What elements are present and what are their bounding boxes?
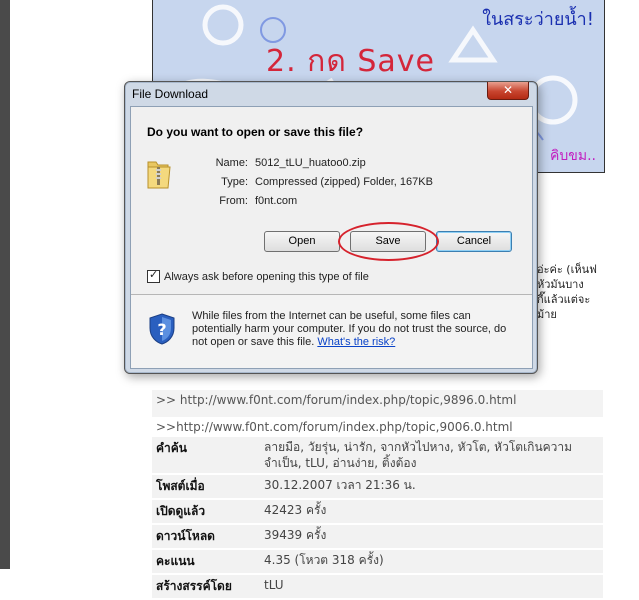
info-row: คะแนน 4.35 (โหวต 318 ครั้ง) <box>152 550 603 573</box>
article-line: ม้าย <box>537 308 557 321</box>
file-type-value: Compressed (zipped) Folder, 167KB <box>255 176 433 188</box>
info-label: ดาวน์โหลด <box>156 529 215 543</box>
left-edge-strip <box>0 0 10 569</box>
always-ask-checkbox[interactable]: ✓ <box>147 269 160 283</box>
info-label: คำค้น <box>156 441 187 455</box>
file-name-row: Name: 5012_tLU_huatoo0.zip <box>171 157 433 176</box>
info-label: เปิดดูแล้ว <box>156 504 206 518</box>
file-download-dialog: File Download ✕ Do you want to open or s… <box>124 81 538 374</box>
file-from-label: From: <box>219 195 248 207</box>
info-value: ลายมือ, วัยรุ่น, น่ารัก, จากหัวไปหาง, หั… <box>264 440 573 470</box>
warning-text-block: While files from the Internet can be use… <box>192 310 522 349</box>
info-value: 4.35 (โหวต 318 ครั้ง) <box>264 553 384 567</box>
dialog-body: Do you want to open or save this file? N… <box>130 106 533 369</box>
dialog-question: Do you want to open or save this file? <box>147 125 364 139</box>
article-line: กี๊แล้วแต่จะ <box>537 293 591 306</box>
dialog-titlebar[interactable]: File Download ✕ <box>125 82 537 106</box>
info-row: คำค้น ลายมือ, วัยรุ่น, น่ารัก, จากหัวไปห… <box>152 437 603 473</box>
banner-caption: 2. กด Save <box>266 44 435 79</box>
background-article-text: อ่ะค่ะ (เห็นฟ หัวมันบาง กี๊แล้วแต่จะ ม้า… <box>537 262 607 322</box>
always-ask-row: ✓ Always ask before opening this type of… <box>147 269 369 283</box>
cancel-button[interactable]: Cancel <box>436 231 512 252</box>
banner-text-bottom-right: คิบขม.. <box>550 148 596 164</box>
security-warning: ? While files from the Internet can be u… <box>131 295 532 368</box>
file-type-label: Type: <box>221 176 248 188</box>
file-type-row: Type: Compressed (zipped) Folder, 167KB <box>171 176 433 195</box>
file-from-value: f0nt.com <box>255 195 298 207</box>
article-line: อ่ะค่ะ (เห็นฟ <box>537 263 597 276</box>
info-row: ดาวน์โหลด 39439 ครั้ง <box>152 525 603 548</box>
info-row: โพสต์เมื่อ 30.12.2007 เวลา 21:36 น. <box>152 475 603 498</box>
close-icon: ✕ <box>502 83 514 97</box>
file-details: Name: 5012_tLU_huatoo0.zip Type: Compres… <box>171 157 433 214</box>
info-value: 30.12.2007 เวลา 21:36 น. <box>264 478 416 492</box>
always-ask-label: Always ask before opening this type of f… <box>164 270 369 283</box>
font-info-table: คำค้น ลายมือ, วัยรุ่น, น่ารัก, จากหัวไปห… <box>152 437 603 600</box>
save-highlight-circle <box>338 222 439 261</box>
file-name-value: 5012_tLU_huatoo0.zip <box>255 157 366 169</box>
info-row: เปิดดูแล้ว 42423 ครั้ง <box>152 500 603 523</box>
info-value[interactable]: tLU <box>260 575 603 598</box>
info-value: 39439 ครั้ง <box>264 528 327 542</box>
close-button[interactable]: ✕ <box>487 82 529 100</box>
info-value: 42423 ครั้ง <box>264 503 327 517</box>
topic-links: >> http://www.f0nt.com/forum/index.php/t… <box>152 390 603 444</box>
checkmark-icon: ✓ <box>149 269 159 281</box>
info-label: คะแนน <box>156 554 195 568</box>
banner-text-top-right: ในสระว่ายน้ำ! <box>482 9 594 30</box>
info-label: สร้างสรรค์โดย <box>156 579 232 593</box>
article-line: หัวมันบาง <box>537 278 584 291</box>
dialog-title: File Download <box>132 87 209 101</box>
topic-link[interactable]: >> http://www.f0nt.com/forum/index.php/t… <box>152 390 603 417</box>
file-from-row: From: f0nt.com <box>171 195 433 214</box>
svg-text:?: ? <box>157 320 166 339</box>
shield-icon: ? <box>149 313 175 345</box>
open-button[interactable]: Open <box>264 231 340 252</box>
info-label: โพสต์เมื่อ <box>156 479 205 493</box>
zip-folder-icon <box>147 161 171 189</box>
file-name-label: Name: <box>215 157 248 169</box>
whats-the-risk-link[interactable]: What's the risk? <box>317 336 395 348</box>
info-row: สร้างสรรค์โดย tLU <box>152 575 603 598</box>
